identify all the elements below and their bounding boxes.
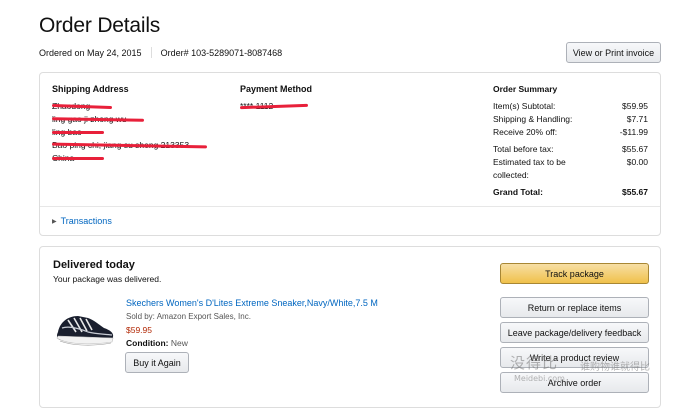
address-line: Bao ping chi, jiang su sheng 213353	[51, 139, 222, 152]
summary-row: Total before tax: $55.67	[493, 144, 648, 154]
view-print-invoice-button[interactable]: View or Print invoice	[566, 42, 661, 63]
grand-total-row: Grand Total: $55.67	[493, 187, 648, 197]
summary-row: Estimated tax to be collected: $0.00	[493, 157, 648, 180]
product-seller: Sold by: Amazon Export Sales, Inc.	[126, 312, 251, 321]
return-replace-button[interactable]: Return or replace items	[500, 297, 649, 318]
address-line: China	[52, 152, 222, 165]
shipping-address: Zhaodong ling gao ji zhong wu ling bao B…	[51, 100, 222, 165]
transactions-toggle[interactable]: ▶ Transactions	[52, 216, 112, 226]
product-image[interactable]	[54, 302, 116, 350]
redaction-mark	[52, 131, 104, 134]
site-watermark: 没得比 谁购物谁就得比 Meidebi.com	[510, 352, 700, 392]
order-number: Order# 103-5289071-8087468	[160, 47, 283, 58]
page-title: Order Details	[39, 14, 161, 37]
delivery-feedback-button[interactable]: Leave package/delivery feedback	[500, 322, 649, 343]
summary-row: Receive 20% off: -$11.99	[493, 127, 648, 137]
ordered-date: Ordered on May 24, 2015	[39, 47, 142, 58]
meta-divider	[150, 47, 152, 58]
watermark-brand: 没得比	[510, 354, 559, 372]
order-summary-heading: Order Summary	[493, 84, 558, 94]
payment-card: **** 1112	[239, 100, 310, 113]
summary-row: Shipping & Handling: $7.71	[493, 114, 648, 124]
summary-row: Item(s) Subtotal: $59.95	[493, 101, 648, 111]
order-meta: Ordered on May 24, 2015 Order# 103-52890…	[39, 47, 282, 58]
order-summary: Order Summary Item(s) Subtotal: $59.95 Sh…	[493, 83, 648, 199]
address-line: ling bao	[52, 126, 222, 139]
delivery-status: Delivered today	[53, 259, 135, 271]
address-line: Zhaodong	[51, 100, 222, 113]
section-divider	[40, 206, 660, 207]
shipping-address-heading: Shipping Address	[52, 84, 129, 94]
watermark-tagline: 谁购物谁就得比	[580, 362, 650, 373]
product-price: $59.95	[126, 325, 152, 335]
transactions-link[interactable]: Transactions	[61, 216, 112, 226]
watermark-url: Meidebi.com	[514, 374, 565, 383]
address-line: ling gao ji zhong wu	[51, 113, 222, 126]
product-title-link[interactable]: Skechers Women's D'Lites Extreme Sneaker…	[126, 298, 378, 308]
payment-method-heading: Payment Method	[240, 84, 313, 94]
order-details-box: Shipping Address Zhaodong ling gao ji zh…	[39, 72, 661, 236]
buy-it-again-button[interactable]: Buy it Again	[125, 352, 189, 373]
product-condition: Condition: New	[126, 338, 188, 348]
redaction-mark	[52, 157, 104, 160]
track-package-button[interactable]: Track package	[500, 263, 649, 284]
delivery-message: Your package was delivered.	[53, 274, 162, 284]
caret-right-icon: ▶	[52, 218, 57, 225]
